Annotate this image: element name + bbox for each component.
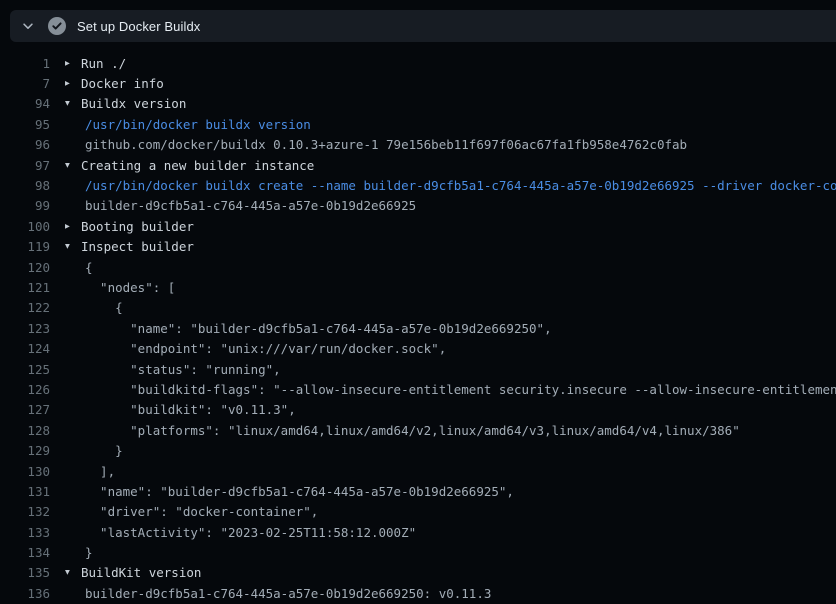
log-line[interactable]: 1 ▶ Run ./: [0, 53, 836, 73]
line-text: Docker info: [81, 76, 164, 91]
log-line[interactable]: 100 ▶ Booting builder: [0, 216, 836, 236]
log-line: 123 "name": "builder-d9cfb5a1-c764-445a-…: [0, 318, 836, 338]
line-text: Creating a new builder instance: [81, 158, 314, 173]
log-line: 125 "status": "running",: [0, 359, 836, 379]
line-number[interactable]: 124: [0, 341, 50, 356]
line-number[interactable]: 129: [0, 443, 50, 458]
line-text: "status": "running",: [85, 362, 281, 377]
log-lines: 1 ▶ Run ./ 7 ▶ Docker info 94 ▼ Buildx v…: [0, 42, 836, 604]
log-line: 122 {: [0, 298, 836, 318]
line-number[interactable]: 95: [0, 117, 50, 132]
line-text: "name": "builder-d9cfb5a1-c764-445a-a57e…: [85, 484, 514, 499]
log-line[interactable]: 94 ▼ Buildx version: [0, 94, 836, 114]
line-text: "name": "builder-d9cfb5a1-c764-445a-a57e…: [85, 321, 552, 336]
log-line: 131 "name": "builder-d9cfb5a1-c764-445a-…: [0, 481, 836, 501]
line-number[interactable]: 125: [0, 362, 50, 377]
line-number[interactable]: 96: [0, 137, 50, 152]
log-line: 95 /usr/bin/docker buildx version: [0, 114, 836, 134]
line-text: "platforms": "linux/amd64,linux/amd64/v2…: [85, 423, 740, 438]
line-number[interactable]: 97: [0, 158, 50, 173]
line-number[interactable]: 1: [0, 56, 50, 71]
log-line: 99 builder-d9cfb5a1-c764-445a-a57e-0b19d…: [0, 196, 836, 216]
line-number[interactable]: 7: [0, 76, 50, 91]
log-line[interactable]: 135 ▼ BuildKit version: [0, 563, 836, 583]
line-number[interactable]: 100: [0, 219, 50, 234]
log-line: 127 "buildkit": "v0.11.3",: [0, 400, 836, 420]
line-text: "endpoint": "unix:///var/run/docker.sock…: [85, 341, 446, 356]
group-expanded-arrow-icon: ▼: [65, 568, 81, 577]
log-line: 133 "lastActivity": "2023-02-25T11:58:12…: [0, 522, 836, 542]
line-text: }: [85, 545, 93, 560]
line-number[interactable]: 134: [0, 545, 50, 560]
group-collapsed-arrow-icon: ▶: [65, 221, 81, 230]
log-line: 129 }: [0, 440, 836, 460]
line-number[interactable]: 122: [0, 300, 50, 315]
log-line: 126 "buildkitd-flags": "--allow-insecure…: [0, 379, 836, 399]
line-text: {: [85, 260, 93, 275]
log-line: 128 "platforms": "linux/amd64,linux/amd6…: [0, 420, 836, 440]
check-circle-icon: [48, 17, 66, 35]
group-collapsed-arrow-icon: ▶: [65, 58, 81, 67]
line-number[interactable]: 132: [0, 504, 50, 519]
line-text: Booting builder: [81, 219, 194, 234]
line-number[interactable]: 128: [0, 423, 50, 438]
line-text: }: [85, 443, 123, 458]
line-number[interactable]: 135: [0, 565, 50, 580]
log-line: 132 "driver": "docker-container",: [0, 502, 836, 522]
line-text: builder-d9cfb5a1-c764-445a-a57e-0b19d2e6…: [85, 198, 416, 213]
line-number[interactable]: 133: [0, 525, 50, 540]
log-line[interactable]: 97 ▼ Creating a new builder instance: [0, 155, 836, 175]
log-line: 130 ],: [0, 461, 836, 481]
line-text: Run ./: [81, 56, 126, 71]
line-text: builder-d9cfb5a1-c764-445a-a57e-0b19d2e6…: [85, 586, 491, 601]
log-line[interactable]: 119 ▼ Inspect builder: [0, 237, 836, 257]
line-number[interactable]: 131: [0, 484, 50, 499]
line-text: "buildkitd-flags": "--allow-insecure-ent…: [85, 382, 836, 397]
line-text: "driver": "docker-container",: [85, 504, 318, 519]
line-text: "buildkit": "v0.11.3",: [85, 402, 296, 417]
group-expanded-arrow-icon: ▼: [65, 99, 81, 108]
log-line: 96 github.com/docker/buildx 0.10.3+azure…: [0, 135, 836, 155]
line-number[interactable]: 99: [0, 198, 50, 213]
line-number[interactable]: 123: [0, 321, 50, 336]
line-number[interactable]: 94: [0, 96, 50, 111]
log-line: 134 }: [0, 542, 836, 562]
log-line: 121 "nodes": [: [0, 277, 836, 297]
line-text: "lastActivity": "2023-02-25T11:58:12.000…: [85, 525, 416, 540]
line-number[interactable]: 136: [0, 586, 50, 601]
line-text: {: [85, 300, 123, 315]
log-line: 136 builder-d9cfb5a1-c764-445a-a57e-0b19…: [0, 583, 836, 603]
log-line: 124 "endpoint": "unix:///var/run/docker.…: [0, 338, 836, 358]
group-expanded-arrow-icon: ▼: [65, 160, 81, 169]
line-number[interactable]: 127: [0, 402, 50, 417]
line-number[interactable]: 121: [0, 280, 50, 295]
actions-log-viewer: Set up Docker Buildx 1 ▶ Run ./ 7 ▶ Dock…: [0, 10, 836, 604]
line-text: /usr/bin/docker buildx create --name bui…: [85, 178, 836, 193]
line-number[interactable]: 126: [0, 382, 50, 397]
step-header[interactable]: Set up Docker Buildx: [10, 10, 836, 42]
line-text: Inspect builder: [81, 239, 194, 254]
line-number[interactable]: 98: [0, 178, 50, 193]
line-text: /usr/bin/docker buildx version: [85, 117, 311, 132]
line-text: github.com/docker/buildx 0.10.3+azure-1 …: [85, 137, 687, 152]
group-collapsed-arrow-icon: ▶: [65, 79, 81, 88]
step-title: Set up Docker Buildx: [77, 19, 200, 34]
line-number[interactable]: 130: [0, 464, 50, 479]
log-line: 98 /usr/bin/docker buildx create --name …: [0, 175, 836, 195]
line-text: "nodes": [: [85, 280, 175, 295]
chevron-down-icon[interactable]: [20, 18, 36, 34]
log-line: 120 {: [0, 257, 836, 277]
line-number[interactable]: 119: [0, 239, 50, 254]
group-expanded-arrow-icon: ▼: [65, 242, 81, 251]
line-number[interactable]: 120: [0, 260, 50, 275]
log-line[interactable]: 7 ▶ Docker info: [0, 73, 836, 93]
line-text: Buildx version: [81, 96, 186, 111]
line-text: ],: [85, 464, 115, 479]
line-text: BuildKit version: [81, 565, 201, 580]
